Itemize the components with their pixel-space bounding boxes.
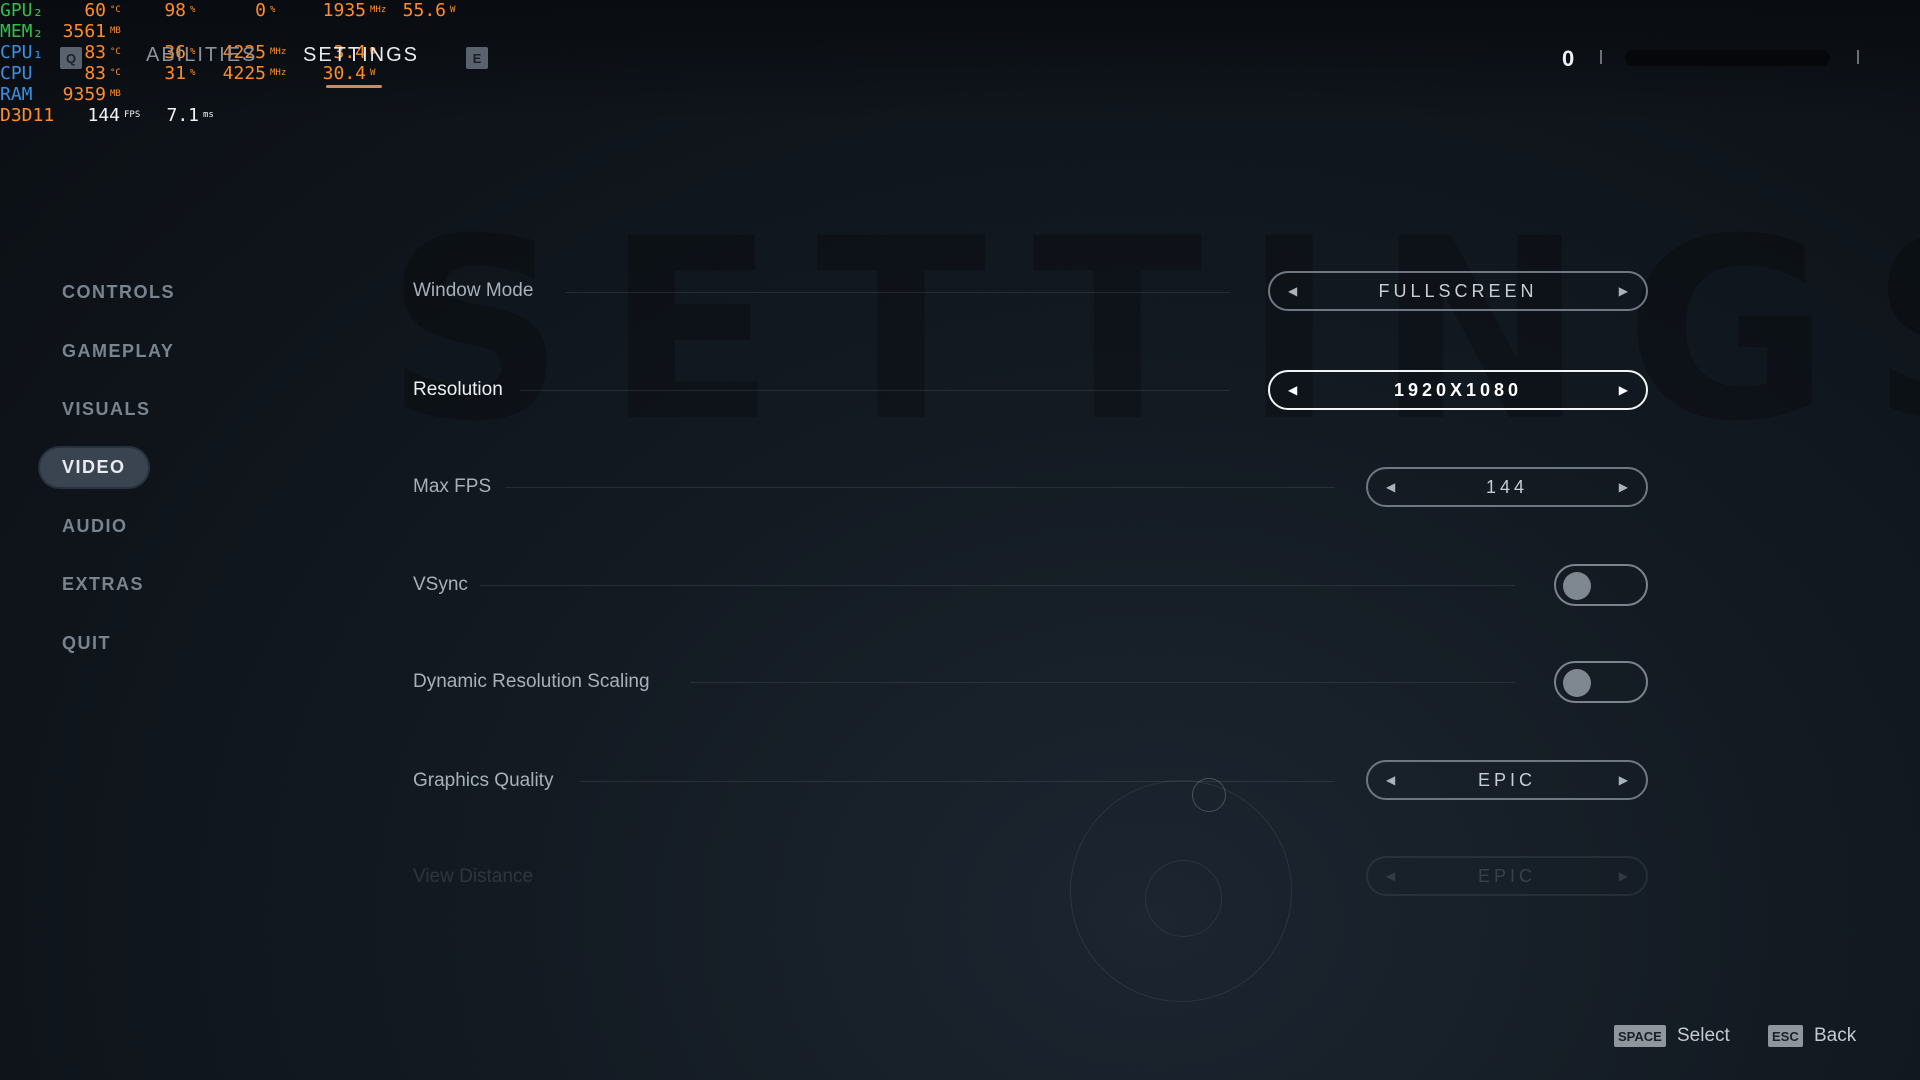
overlay-row: D3D11 144 FPS 7.1 ms — [0, 105, 470, 126]
max-fps-divider — [505, 487, 1335, 488]
background-node — [1192, 778, 1226, 812]
graphics-quality-divider — [580, 781, 1335, 782]
overlay-row: RAM 9359 MB — [0, 84, 470, 105]
active-tab-indicator — [326, 85, 382, 88]
arrow-left-icon[interactable]: ◀ — [1288, 284, 1308, 298]
dynamic-resolution-toggle[interactable] — [1554, 661, 1648, 703]
nav-item-video[interactable]: VIDEO — [40, 448, 148, 487]
nav-item-controls[interactable]: CONTROLS — [62, 282, 175, 303]
overlay-unit: W — [450, 5, 456, 15]
overlay-unit: °C — [110, 47, 121, 57]
overlay-row: MEM₂ 3561 MB — [0, 21, 470, 42]
resolution-selector[interactable]: ◀ 1920X1080 ▶ — [1268, 370, 1648, 410]
tab-abilities[interactable]: ABILITIES — [146, 44, 257, 67]
overlay-row-label: RAM — [0, 84, 33, 105]
dynamic-resolution-divider — [690, 682, 1515, 683]
overlay-unit: MB — [110, 26, 121, 36]
q-key-hint[interactable]: Q — [60, 47, 82, 69]
dynamic-resolution-label: Dynamic Resolution Scaling — [413, 671, 650, 692]
overlay-value: 60 — [84, 0, 106, 21]
nav-item-visuals[interactable]: VISUALS — [62, 399, 151, 420]
overlay-unit: °C — [110, 5, 121, 15]
overlay-value: 0 — [255, 0, 266, 21]
arrow-left-icon[interactable]: ◀ — [1288, 383, 1308, 397]
overlay-value: 3561 — [62, 21, 106, 42]
overlay-unit: FPS — [124, 110, 141, 120]
arrow-right-icon[interactable]: ▶ — [1608, 284, 1628, 298]
overlay-value: 98 — [164, 0, 186, 21]
overlay-unit: % — [270, 5, 276, 15]
overlay-row: GPU₂ 60 °C 98% 0% 1935 MHz 55.6 W — [0, 0, 470, 21]
background-orbit-small — [1145, 860, 1222, 937]
max-fps-label: Max FPS — [413, 476, 492, 497]
nav-item-audio[interactable]: AUDIO — [62, 516, 128, 537]
overlay-value: 1935 — [322, 0, 366, 21]
arrow-right-icon[interactable]: ▶ — [1608, 383, 1628, 397]
view-distance-selector[interactable]: ◀ EPIC ▶ — [1366, 856, 1648, 896]
graphics-quality-label: Graphics Quality — [413, 770, 554, 791]
overlay-unit: MB — [110, 89, 121, 99]
arrow-right-icon[interactable]: ▶ — [1608, 869, 1628, 883]
score-counter: 0 — [1562, 46, 1575, 71]
overlay-unit: °C — [110, 68, 121, 78]
overlay-unit: MHz — [370, 5, 387, 15]
score-tick-left — [1600, 50, 1602, 64]
window-mode-label: Window Mode — [413, 280, 534, 301]
vsync-label: VSync — [413, 574, 468, 595]
space-key-hint[interactable]: SPACE — [1614, 1025, 1666, 1047]
arrow-left-icon[interactable]: ◀ — [1386, 480, 1406, 494]
view-distance-value: EPIC — [1477, 865, 1536, 886]
resolution-label: Resolution — [413, 379, 503, 400]
settings-watermark: SETTINGS — [385, 185, 1920, 476]
max-fps-value: 144 — [1485, 476, 1529, 497]
select-hint-label: Select — [1677, 1025, 1730, 1046]
view-distance-label: View Distance — [413, 866, 534, 887]
overlay-row-label: CPU₁ — [0, 42, 44, 63]
score-tick-right — [1857, 50, 1859, 64]
window-mode-divider — [565, 292, 1230, 293]
window-mode-selector[interactable]: ◀ FULLSCREEN ▶ — [1268, 271, 1648, 311]
overlay-value: 55.6 — [402, 0, 446, 21]
back-hint-label: Back — [1814, 1025, 1857, 1046]
resolution-value: 1920X1080 — [1393, 379, 1523, 400]
nav-item-extras[interactable]: EXTRAS — [62, 574, 144, 595]
max-fps-selector[interactable]: ◀ 144 ▶ — [1366, 467, 1648, 507]
window-mode-value: FULLSCREEN — [1378, 280, 1538, 301]
overlay-row-label: D3D11 — [0, 105, 55, 126]
overlay-value: 144 — [87, 105, 120, 126]
tab-settings[interactable]: SETTINGS — [303, 44, 419, 67]
overlay-unit: MHz — [270, 47, 287, 57]
overlay-unit: MHz — [270, 68, 287, 78]
arrow-left-icon[interactable]: ◀ — [1386, 773, 1406, 787]
vsync-toggle-knob — [1563, 572, 1591, 600]
dynamic-resolution-toggle-knob — [1563, 669, 1591, 697]
resolution-divider — [520, 390, 1230, 391]
e-key-hint[interactable]: E — [466, 47, 488, 69]
score-progress-bar — [1625, 50, 1830, 66]
vsync-toggle[interactable] — [1554, 564, 1648, 606]
overlay-row-label: GPU₂ — [0, 0, 44, 21]
esc-key-hint[interactable]: ESC — [1768, 1025, 1803, 1047]
overlay-value: 7.1 — [166, 105, 199, 126]
overlay-unit: % — [190, 5, 196, 15]
arrow-right-icon[interactable]: ▶ — [1608, 773, 1628, 787]
nav-item-gameplay[interactable]: GAMEPLAY — [62, 341, 174, 362]
arrow-left-icon[interactable]: ◀ — [1386, 869, 1406, 883]
overlay-row-label: CPU — [0, 63, 33, 84]
overlay-row-label: MEM₂ — [0, 21, 44, 42]
graphics-quality-selector[interactable]: ◀ EPIC ▶ — [1366, 760, 1648, 800]
vsync-divider — [480, 585, 1515, 586]
arrow-right-icon[interactable]: ▶ — [1608, 480, 1628, 494]
overlay-unit: ms — [203, 110, 214, 120]
nav-item-quit[interactable]: QUIT — [62, 633, 111, 654]
overlay-value: 9359 — [62, 84, 106, 105]
graphics-quality-value: EPIC — [1477, 769, 1536, 790]
